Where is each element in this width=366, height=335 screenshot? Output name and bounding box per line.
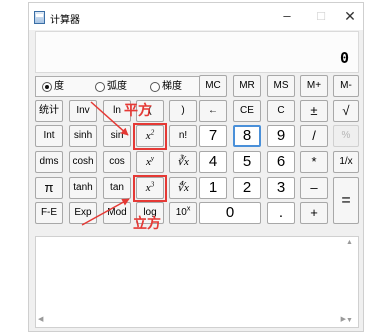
square-arrow [90, 101, 129, 136]
vertical-scrollbar[interactable]: ▲ ▼ [346, 239, 354, 325]
scroll-left-icon[interactable]: ◀ [38, 316, 43, 324]
scroll-down-icon[interactable]: ▼ [346, 317, 353, 325]
cube-arrow [81, 198, 130, 226]
annotation-arrows [81, 101, 130, 226]
calculator-window: 计算器 – □ ✕ 0 度 弧度 梯度 MC MR MS M+ M- 统计 In… [28, 2, 364, 332]
history-panel: ▲ ▼ ◀ ▶ [35, 236, 359, 328]
scroll-up-icon[interactable]: ▲ [346, 239, 353, 247]
horizontal-scrollbar[interactable]: ◀ ▶ [38, 316, 346, 324]
scroll-right-icon[interactable]: ▶ [341, 316, 346, 324]
